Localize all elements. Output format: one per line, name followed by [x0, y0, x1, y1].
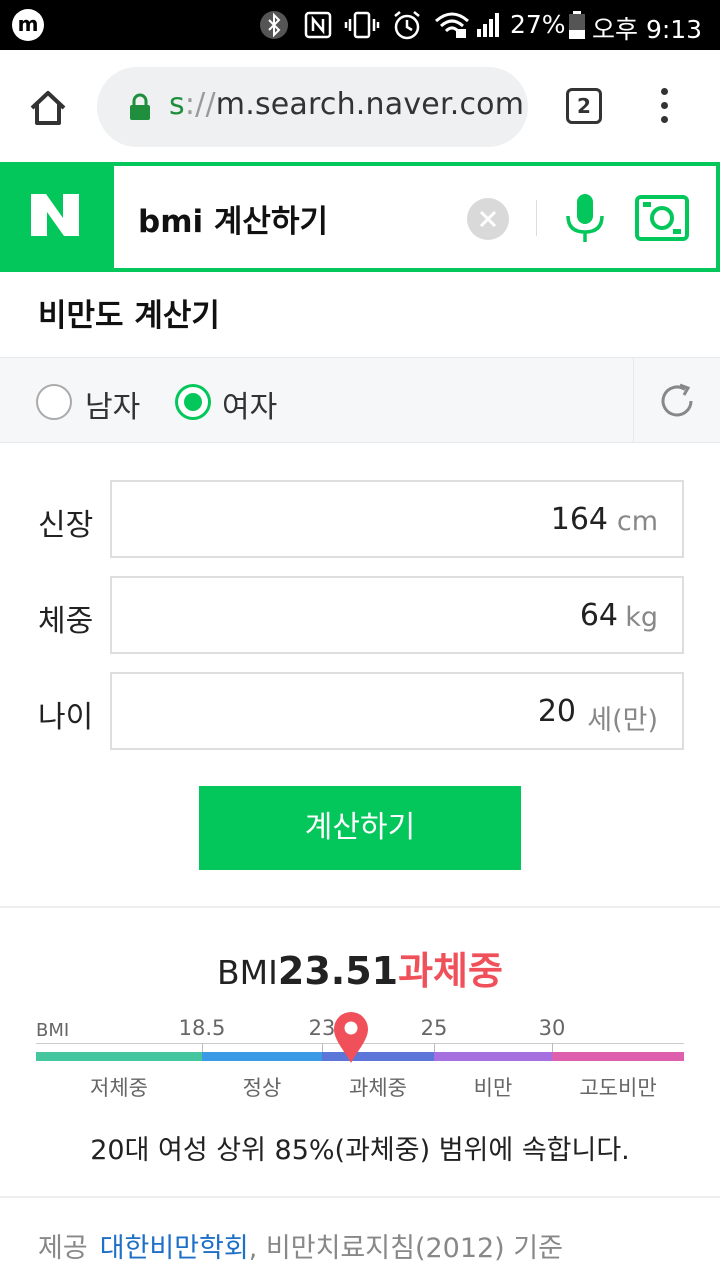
normal-segment [202, 1052, 322, 1061]
category-label: 정상 [242, 1076, 282, 1100]
home-button[interactable] [24, 84, 72, 132]
close-icon [479, 210, 497, 228]
naver-logo[interactable] [0, 162, 114, 272]
divider [536, 200, 537, 236]
underweight-segment [36, 1052, 202, 1061]
height-value: 164 [550, 502, 608, 537]
height-input[interactable]: 164 cm [110, 480, 684, 558]
obese-segment [434, 1052, 552, 1061]
weight-value: 64 [579, 598, 618, 633]
age-label: 나이 [38, 700, 94, 735]
bmi-scale: BMI 18.5 23 25 30 저체중 정상 과체중 비만 고도비만 [36, 1010, 684, 1100]
camera-lens-icon [635, 195, 689, 241]
radio-male[interactable] [36, 384, 72, 420]
category-label: 고도비만 [579, 1076, 657, 1100]
bmi-value: 23.51 [277, 949, 399, 993]
app-notification-icon: m [12, 9, 44, 41]
alarm-icon [390, 9, 424, 41]
naver-search-bar: bmi 계산하기 [0, 162, 720, 272]
search-query-input[interactable]: bmi 계산하기 [138, 196, 328, 241]
home-icon [30, 91, 66, 125]
source-suffix: , 비만치료지침(2012) 기준 [248, 1233, 563, 1264]
height-unit: cm [616, 506, 658, 537]
refresh-icon [661, 383, 693, 417]
scale-label: BMI [36, 1020, 70, 1041]
bmi-result: BMI23.51과체중 [0, 940, 720, 995]
source-link[interactable]: 대한비만학회 [100, 1233, 249, 1264]
voice-search-button[interactable] [560, 192, 610, 244]
height-label: 신장 [38, 508, 94, 543]
bluetooth-icon [258, 9, 290, 41]
calculate-button[interactable]: 계산하기 [199, 786, 521, 870]
bmi-classification: 과체중 [398, 949, 503, 993]
age-unit: 세(만) [587, 705, 658, 736]
clear-search-button[interactable] [467, 198, 509, 240]
signal-icon [474, 9, 504, 41]
browser-toolbar: s://m.search.naver.com 2 [0, 50, 720, 162]
calculator-title: 비만도 계산기 [38, 298, 220, 334]
wifi-icon [434, 9, 470, 41]
divider [0, 1196, 720, 1198]
radio-female-label[interactable]: 여자 [222, 382, 277, 426]
category-label: 비만 [473, 1076, 513, 1100]
battery-percent: 27% [510, 10, 566, 39]
battery-icon [566, 9, 588, 41]
category-label: 저체중 [90, 1076, 148, 1100]
weight-input[interactable]: 64 kg [110, 576, 684, 654]
overflow-menu-button[interactable] [656, 88, 672, 128]
url-text: s://m.search.naver.com [169, 87, 525, 122]
bmi-label: BMI [217, 953, 278, 992]
severely-obese-segment [552, 1052, 684, 1061]
clock: 오후 9:13 [592, 15, 703, 44]
age-value: 20 [537, 694, 576, 729]
radio-male-label[interactable]: 남자 [85, 382, 140, 426]
threshold-label: 18.5 [178, 1016, 226, 1040]
threshold-label: 25 [420, 1016, 448, 1040]
age-input[interactable]: 20 세(만) [110, 672, 684, 750]
gender-selector: 남자 여자 [0, 357, 720, 443]
map-pin-marker-icon [332, 1010, 370, 1064]
naver-n-icon [31, 194, 79, 236]
source-info: 제공 대한비만학회, 비만치료지침(2012) 기준 [38, 1226, 563, 1265]
vibrate-icon [344, 9, 380, 41]
threshold-label: 30 [538, 1016, 566, 1040]
image-search-button[interactable] [634, 194, 690, 242]
category-label: 과체중 [349, 1076, 407, 1100]
weight-unit: kg [625, 602, 658, 633]
status-bar: m 27% 오후 9:13 [0, 0, 720, 50]
lock-icon [130, 93, 150, 120]
result-summary: 20대 여성 상위 85%(과체중) 범위에 속합니다. [90, 1135, 630, 1166]
address-bar[interactable]: s://m.search.naver.com [97, 67, 528, 147]
reset-button[interactable] [633, 358, 720, 442]
divider [0, 906, 720, 908]
nfc-icon [302, 9, 334, 41]
tab-switcher-button[interactable]: 2 [566, 88, 602, 124]
weight-label: 체중 [38, 604, 94, 639]
microphone-icon [566, 194, 604, 242]
radio-female[interactable] [175, 384, 211, 420]
source-prefix: 제공 [38, 1233, 88, 1264]
